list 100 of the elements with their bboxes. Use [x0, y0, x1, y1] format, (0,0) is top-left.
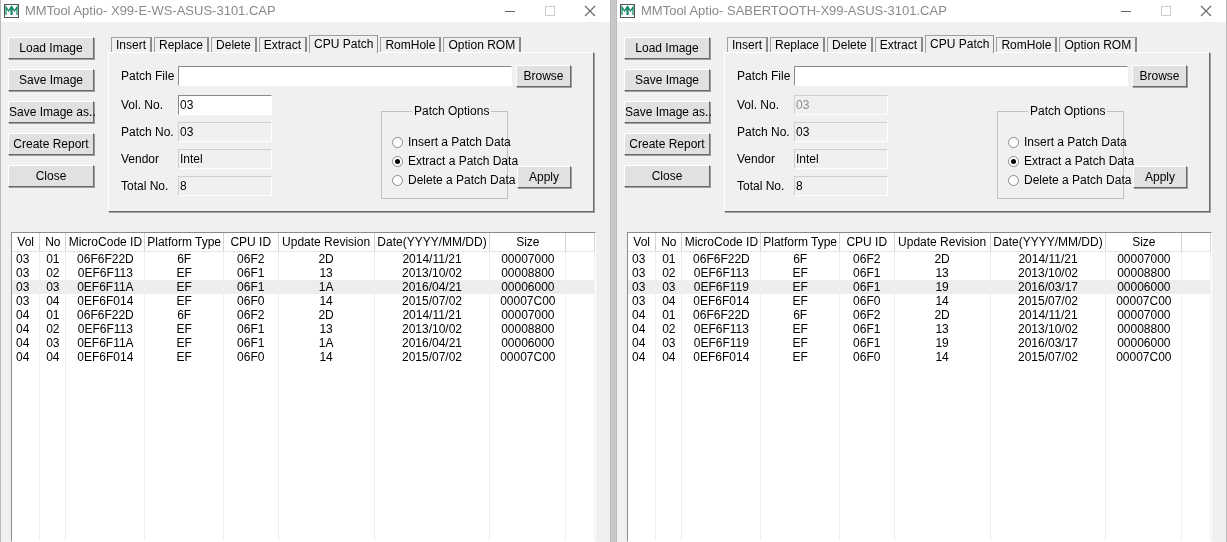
action-button[interactable]: Close — [8, 165, 94, 187]
tab[interactable]: Option ROM — [1059, 37, 1138, 52]
column-header[interactable]: Update Revision — [278, 233, 375, 251]
table-row[interactable]: 04 02 0EF6F113 EF 06F1 13 2013/10/02 00008800 — [628, 321, 1211, 336]
table-row[interactable]: 03 02 0EF6F113 EF 06F1 13 2013/10/02 00008800 — [12, 265, 595, 280]
close-icon[interactable] — [1200, 5, 1212, 17]
radio-button[interactable] — [1008, 174, 1019, 186]
column-header[interactable]: No — [39, 233, 66, 251]
radio-button[interactable] — [392, 155, 403, 167]
tab[interactable]: Insert — [727, 37, 768, 52]
radio-button[interactable] — [1008, 155, 1019, 167]
browse-button[interactable]: Browse — [516, 65, 571, 87]
column-header[interactable]: CPU ID — [839, 233, 895, 251]
column-header[interactable]: Size — [489, 233, 566, 251]
window-title: MMTool Aptio- X99-E-WS-ASUS-3101.CAP — [25, 2, 276, 21]
action-button[interactable]: Create Report — [8, 133, 94, 155]
column-header[interactable]: Platform Type — [144, 233, 224, 251]
browse-button[interactable]: Browse — [1132, 65, 1187, 87]
table-row[interactable]: 03 04 0EF6F014 EF 06F0 14 2015/07/02 00007C00 — [12, 293, 595, 308]
tab[interactable]: Option ROM — [443, 37, 522, 52]
column-header[interactable]: No — [655, 233, 682, 251]
table-row[interactable]: 04 03 0EF6F11A EF 06F1 1A 2016/04/21 00006000 — [12, 335, 595, 350]
tab[interactable]: CPU Patch — [309, 35, 379, 53]
tab[interactable]: Insert — [111, 37, 152, 52]
tab[interactable]: Extract — [874, 37, 924, 52]
table-cell: 06F1 — [223, 335, 279, 350]
apply-button[interactable]: Apply — [1133, 166, 1187, 188]
column-header[interactable]: MicroCode ID — [681, 233, 761, 251]
radio-label[interactable]: Insert a Patch Data — [1024, 133, 1127, 151]
table-cell: 06F0 — [839, 349, 895, 364]
table-row[interactable]: 03 01 06F6F22D 6F 06F2 2D 2014/11/21 00007000 — [628, 251, 1211, 266]
text-field[interactable] — [794, 66, 1128, 86]
table-cell: EF — [144, 335, 224, 350]
column-header[interactable]: Size — [1105, 233, 1182, 251]
tab[interactable]: RomHole — [996, 37, 1058, 52]
column-header[interactable]: Date(YYYY/MM/DD) — [374, 233, 490, 251]
maximize-icon — [1160, 5, 1172, 17]
action-button[interactable]: Load Image — [8, 37, 94, 59]
table-row[interactable]: 03 01 06F6F22D 6F 06F2 2D 2014/11/21 00007000 — [12, 251, 595, 266]
tab[interactable]: Extract — [258, 37, 308, 52]
table-row[interactable]: 03 03 0EF6F119 EF 06F1 19 2016/03/17 00006000 — [628, 279, 1211, 294]
column-header[interactable]: Date(YYYY/MM/DD) — [990, 233, 1106, 251]
table-cell: 0EF6F113 — [681, 265, 761, 280]
column-header[interactable]: CPU ID — [223, 233, 279, 251]
text-field[interactable] — [178, 66, 512, 86]
table-row[interactable]: 04 02 0EF6F113 EF 06F1 13 2013/10/02 00008800 — [12, 321, 595, 336]
tab[interactable]: Replace — [770, 37, 826, 52]
radio-label[interactable]: Delete a Patch Data — [408, 171, 516, 189]
action-button[interactable]: Save Image as.. — [624, 101, 710, 123]
app-icon — [620, 3, 635, 19]
radio-label[interactable]: Delete a Patch Data — [1024, 171, 1132, 189]
table-row[interactable]: 04 04 0EF6F014 EF 06F0 14 2015/07/02 00007C00 — [628, 349, 1211, 364]
action-button[interactable]: Load Image — [624, 37, 710, 59]
column-header[interactable]: Vol — [12, 233, 40, 251]
radio-button[interactable] — [1008, 136, 1019, 148]
radio-label[interactable]: Extract a Patch Data — [1024, 152, 1135, 170]
table-cell: 2016/04/21 — [374, 335, 490, 350]
table-cell: 6F — [144, 251, 224, 266]
tab[interactable]: Delete — [211, 37, 257, 52]
table-cell: 01 — [39, 307, 66, 322]
tab[interactable]: Replace — [154, 37, 210, 52]
table-cell: 03 — [12, 279, 40, 294]
column-header[interactable]: Vol — [628, 233, 656, 251]
table-cell: 06F0 — [223, 349, 279, 364]
table-row[interactable]: 03 04 0EF6F014 EF 06F0 14 2015/07/02 00007C00 — [628, 293, 1211, 308]
action-button[interactable]: Save Image — [624, 69, 710, 91]
radio-button[interactable] — [392, 174, 403, 186]
table-cell: 02 — [655, 265, 682, 280]
table-cell: 0EF6F119 — [681, 335, 761, 350]
radio-button[interactable] — [392, 136, 403, 148]
table-cell: 03 — [628, 251, 656, 266]
table-cell: 13 — [894, 321, 991, 336]
table-row[interactable]: 03 02 0EF6F113 EF 06F1 13 2013/10/02 00008800 — [628, 265, 1211, 280]
text-field[interactable]: 03 — [178, 95, 272, 115]
action-button[interactable]: Create Report — [624, 133, 710, 155]
action-button[interactable]: Save Image as.. — [8, 101, 94, 123]
table-row[interactable]: 04 01 06F6F22D 6F 06F2 2D 2014/11/21 00007000 — [12, 307, 595, 322]
table-row[interactable]: 04 03 0EF6F119 EF 06F1 19 2016/03/17 00006000 — [628, 335, 1211, 350]
tab[interactable]: CPU Patch — [925, 35, 995, 53]
column-header[interactable]: Update Revision — [894, 233, 991, 251]
column-header[interactable]: MicroCode ID — [65, 233, 145, 251]
column-header[interactable]: Platform Type — [760, 233, 840, 251]
tab[interactable]: RomHole — [380, 37, 442, 52]
table-cell: 04 — [655, 349, 682, 364]
table-cell: 00007C00 — [489, 293, 566, 308]
table-cell: 2013/10/02 — [374, 321, 490, 336]
table-row[interactable]: 03 03 0EF6F11A EF 06F1 1A 2016/04/21 00006000 — [12, 279, 595, 294]
table-cell: 00007000 — [1105, 251, 1182, 266]
radio-label[interactable]: Insert a Patch Data — [408, 133, 511, 151]
action-button[interactable]: Close — [624, 165, 710, 187]
table-row[interactable]: 04 04 0EF6F014 EF 06F0 14 2015/07/02 00007C00 — [12, 349, 595, 364]
radio-label[interactable]: Extract a Patch Data — [408, 152, 519, 170]
apply-button[interactable]: Apply — [517, 166, 571, 188]
close-icon[interactable] — [584, 5, 596, 17]
table-cell: 01 — [655, 307, 682, 322]
table-cell: 0EF6F11A — [65, 335, 145, 350]
tab[interactable]: Delete — [827, 37, 873, 52]
table-row[interactable]: 04 01 06F6F22D 6F 06F2 2D 2014/11/21 00007000 — [628, 307, 1211, 322]
action-button[interactable]: Save Image — [8, 69, 94, 91]
table-cell: 06F6F22D — [65, 307, 145, 322]
